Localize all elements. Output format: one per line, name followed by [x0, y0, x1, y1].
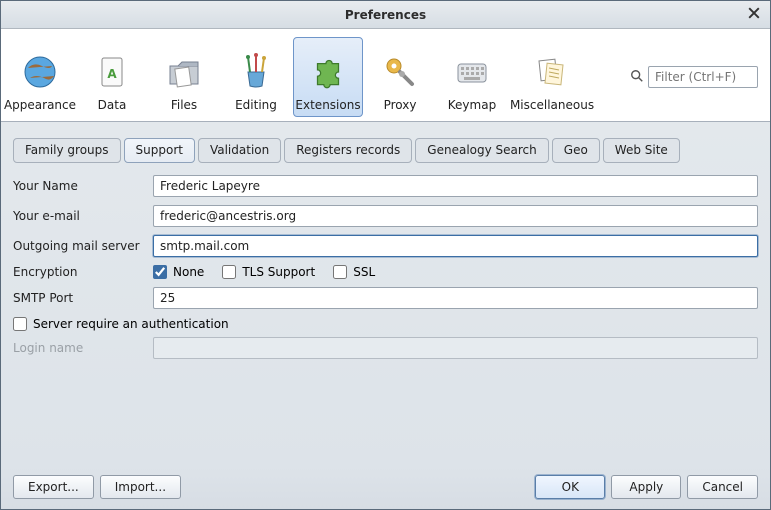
- port-input[interactable]: [153, 287, 758, 309]
- encryption-ssl-label: SSL: [353, 265, 375, 279]
- content-area: Family groups Support Validation Registe…: [1, 122, 770, 467]
- category-data[interactable]: A Data: [77, 37, 147, 117]
- cancel-button[interactable]: Cancel: [687, 475, 758, 499]
- name-input[interactable]: [153, 175, 758, 197]
- encryption-tls[interactable]: TLS Support: [222, 265, 315, 279]
- login-input: [153, 337, 758, 359]
- category-miscellaneous[interactable]: Miscellaneous: [509, 37, 595, 117]
- tab-registers-records[interactable]: Registers records: [284, 138, 412, 163]
- tab-validation[interactable]: Validation: [198, 138, 281, 163]
- category-toolbar: Appearance A Data Files: [1, 29, 770, 122]
- category-label: Data: [98, 98, 127, 112]
- import-button[interactable]: Import...: [100, 475, 181, 499]
- login-label: Login name: [13, 341, 153, 355]
- keyboard-icon: [448, 48, 496, 96]
- category-label: Proxy: [384, 98, 417, 112]
- titlebar: Preferences: [1, 1, 770, 29]
- support-form: Your Name Your e-mail Outgoing mail serv…: [13, 175, 758, 367]
- category-keymap[interactable]: Keymap: [437, 37, 507, 117]
- category-label: Extensions: [295, 98, 360, 112]
- encryption-tls-checkbox[interactable]: [222, 265, 236, 279]
- category-label: Appearance: [4, 98, 76, 112]
- name-label: Your Name: [13, 179, 153, 193]
- encryption-tls-label: TLS Support: [242, 265, 315, 279]
- category-label: Files: [171, 98, 197, 112]
- tab-support[interactable]: Support: [124, 138, 195, 163]
- window-title: Preferences: [345, 8, 426, 22]
- server-label: Outgoing mail server: [13, 239, 153, 253]
- encryption-none-checkbox[interactable]: [153, 265, 167, 279]
- export-button[interactable]: Export...: [13, 475, 94, 499]
- category-extensions[interactable]: Extensions: [293, 37, 363, 117]
- row-encryption: Encryption None TLS Support SSL: [13, 265, 758, 279]
- tab-geo[interactable]: Geo: [552, 138, 600, 163]
- encryption-none[interactable]: None: [153, 265, 204, 279]
- email-input[interactable]: [153, 205, 758, 227]
- category-proxy[interactable]: Proxy: [365, 37, 435, 117]
- encryption-label: Encryption: [13, 265, 153, 279]
- svg-text:A: A: [107, 67, 117, 81]
- notes-icon: [528, 48, 576, 96]
- search-icon: [630, 69, 644, 86]
- row-login: Login name: [13, 337, 758, 359]
- ok-button[interactable]: OK: [535, 475, 605, 499]
- footer: Export... Import... OK Apply Cancel: [1, 467, 770, 509]
- encryption-ssl-checkbox[interactable]: [333, 265, 347, 279]
- auth-label: Server require an authentication: [33, 317, 229, 331]
- row-email: Your e-mail: [13, 205, 758, 227]
- encryption-none-label: None: [173, 265, 204, 279]
- close-icon[interactable]: [748, 7, 762, 21]
- tab-web-site[interactable]: Web Site: [603, 138, 680, 163]
- auth-checkbox[interactable]: [13, 317, 27, 331]
- document-icon: A: [88, 48, 136, 96]
- brush-cup-icon: [232, 48, 280, 96]
- filter-input[interactable]: [648, 66, 758, 88]
- server-input[interactable]: [153, 235, 758, 257]
- encryption-ssl[interactable]: SSL: [333, 265, 375, 279]
- tab-family-groups[interactable]: Family groups: [13, 138, 121, 163]
- category-label: Keymap: [448, 98, 496, 112]
- filter-search: [630, 66, 758, 88]
- tabs: Family groups Support Validation Registe…: [13, 138, 758, 163]
- category-appearance[interactable]: Appearance: [5, 37, 75, 117]
- auth-checkbox-wrap[interactable]: Server require an authentication: [13, 317, 229, 331]
- category-label: Miscellaneous: [510, 98, 594, 112]
- row-server: Outgoing mail server: [13, 235, 758, 257]
- globe-icon: [16, 48, 64, 96]
- folder-icon: [160, 48, 208, 96]
- puzzle-icon: [304, 48, 352, 96]
- row-port: SMTP Port: [13, 287, 758, 309]
- category-items: Appearance A Data Files: [5, 37, 630, 117]
- footer-left: Export... Import...: [13, 475, 181, 499]
- encryption-options: None TLS Support SSL: [153, 265, 375, 279]
- apply-button[interactable]: Apply: [611, 475, 681, 499]
- email-label: Your e-mail: [13, 209, 153, 223]
- category-files[interactable]: Files: [149, 37, 219, 117]
- gear-wrench-icon: [376, 48, 424, 96]
- footer-right: OK Apply Cancel: [535, 475, 758, 499]
- port-label: SMTP Port: [13, 291, 153, 305]
- category-label: Editing: [235, 98, 277, 112]
- tab-genealogy-search[interactable]: Genealogy Search: [415, 138, 548, 163]
- category-editing[interactable]: Editing: [221, 37, 291, 117]
- row-auth: Server require an authentication: [13, 317, 758, 331]
- row-name: Your Name: [13, 175, 758, 197]
